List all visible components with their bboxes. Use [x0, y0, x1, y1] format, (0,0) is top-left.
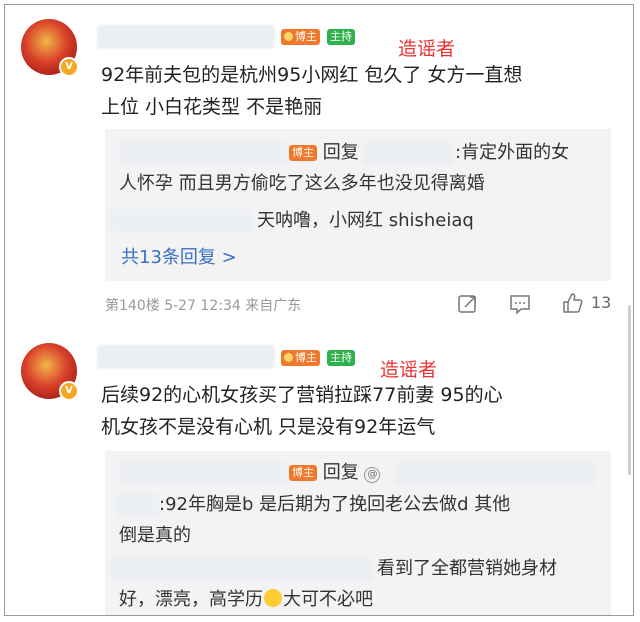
location: 来自广东: [245, 298, 302, 314]
like-button[interactable]: 13: [561, 291, 611, 319]
blogger-badge: 博主: [281, 350, 320, 366]
laughing-emoji-icon: [264, 589, 282, 607]
host-badge: 主持: [327, 29, 355, 45]
reply-text-part: :肯定外面的女: [455, 142, 570, 163]
comment-text-line1: 92年前夫包的是杭州95小网红 包久了 女方一直想: [101, 64, 523, 86]
host-badge: 主持: [327, 350, 355, 366]
reply-username-redacted[interactable]: [117, 493, 159, 517]
more-replies-link[interactable]: 共13条回复 >: [121, 243, 237, 269]
reply-label: 回复: [322, 142, 359, 163]
reply-text-part: 看到了全都营销她身材: [377, 558, 557, 579]
share-icon[interactable]: [457, 293, 479, 319]
blogger-badge: 博主: [289, 465, 317, 481]
reply-text-part: 人怀孕 而且男方偷吃了这么多年也没见得离婚: [119, 173, 485, 194]
avatar[interactable]: V: [21, 343, 79, 401]
reply-username-redacted[interactable]: [119, 461, 287, 485]
comment-text-line2: 上位 小白花类型 不是艳丽: [101, 96, 323, 118]
weibo-comment-screenshot: V 博主 主持 造谣者 92年前夫包的是杭州95小网红 包久了 女方一直想 上位…: [4, 4, 634, 616]
timestamp: 5-27 12:34: [164, 298, 241, 314]
rumor-annotation: 造谣者: [380, 359, 438, 381]
thumbs-up-icon: [561, 293, 585, 319]
comment-icon[interactable]: [509, 293, 531, 319]
reply-text-part: 好，漂亮，高学历 大可不必吧: [119, 589, 373, 610]
reply-username-redacted[interactable]: [119, 141, 287, 165]
scrollbar[interactable]: [628, 305, 631, 475]
reply-label: 回复: [322, 462, 359, 483]
reply-line: 博主 回复 @: [289, 458, 381, 488]
reply-target-redacted[interactable]: [395, 461, 595, 485]
reply-text: 天呐噜，小网红 shisheiaq: [257, 210, 474, 231]
reply-username-redacted[interactable]: [111, 557, 373, 581]
reply-box: 博主 回复 @ :92年胸是b 是后期为了挽回老公去做d 其他 倒是真的 看到了…: [105, 451, 611, 615]
floor-number: 第140楼: [105, 298, 160, 314]
like-count: 13: [591, 293, 612, 312]
comment-text-line2: 机女孩不是没有心机 只是没有92年运气: [101, 416, 436, 438]
verified-v-icon: V: [59, 57, 79, 77]
avatar[interactable]: V: [21, 19, 79, 77]
reply-line: 博主 回复: [289, 138, 359, 168]
username-redacted[interactable]: [97, 25, 275, 49]
at-icon: @: [364, 467, 381, 483]
reply-text-part: :92年胸是b 是后期为了挽回老公去做d 其他: [159, 494, 511, 515]
rumor-annotation: 造谣者: [398, 38, 456, 60]
reply-box: 博主 回复 :肯定外面的女 人怀孕 而且男方偷吃了这么多年也没见得离婚 天呐噜，…: [105, 129, 611, 281]
reply-text-part: 倒是真的: [119, 525, 191, 546]
comment-text-line1: 后续92的心机女孩买了营销拉踩77前妻 95的心: [101, 384, 503, 406]
username-redacted[interactable]: [97, 345, 275, 369]
verified-v-icon: V: [59, 381, 79, 401]
reply-target-redacted[interactable]: [363, 141, 453, 165]
blogger-badge: 博主: [289, 145, 317, 161]
blogger-badge: 博主: [281, 29, 320, 45]
comment-meta: 第140楼 5-27 12:34 来自广东: [105, 295, 301, 315]
reply-username-redacted[interactable]: [111, 209, 251, 233]
